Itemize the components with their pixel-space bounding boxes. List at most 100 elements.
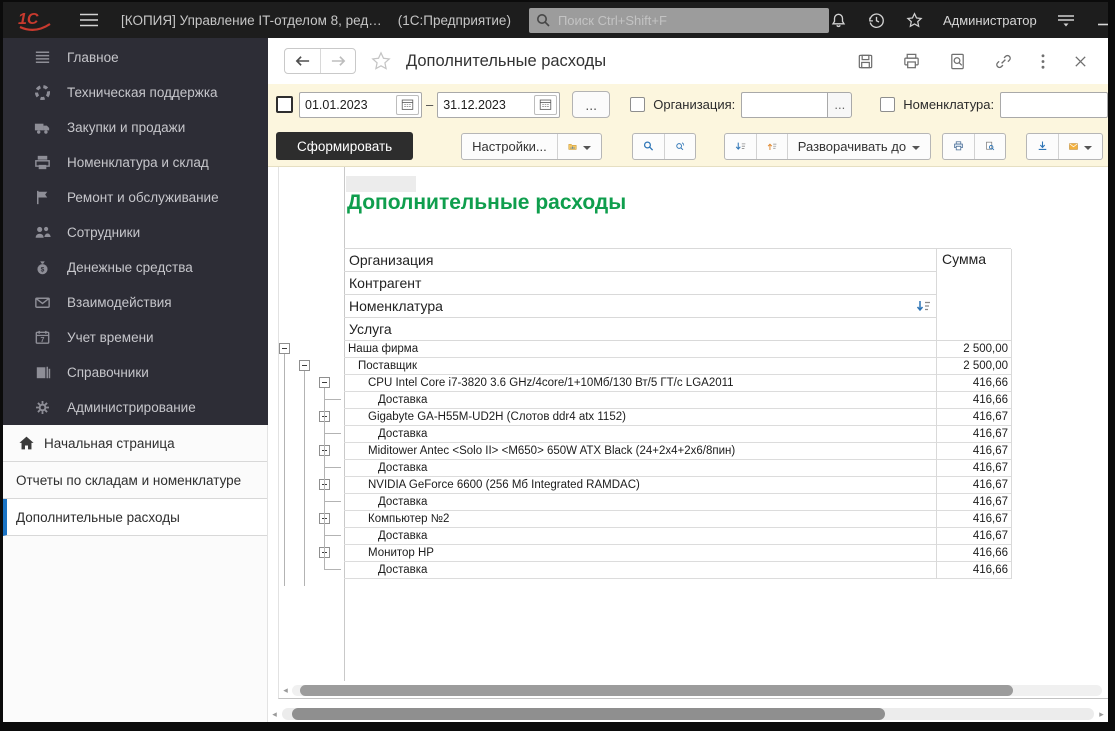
- dropdown-caret-icon: [912, 146, 920, 154]
- more-actions-icon[interactable]: [1040, 52, 1046, 71]
- group-header-cell[interactable]: Услуга: [344, 318, 936, 341]
- date-to-input[interactable]: [438, 98, 534, 112]
- nav-tab[interactable]: Начальная страница: [3, 425, 267, 462]
- report-row[interactable]: Доставка416,67: [344, 528, 1011, 545]
- scrollbar-thumb[interactable]: [300, 685, 1013, 696]
- find-icon[interactable]: [948, 52, 967, 71]
- send-mail-icon[interactable]: [1058, 134, 1102, 159]
- back-button[interactable]: [285, 49, 320, 73]
- find-next-icon[interactable]: [664, 134, 695, 159]
- history-icon[interactable]: [867, 11, 886, 30]
- current-user[interactable]: Администратор: [943, 13, 1037, 28]
- sidebar-item[interactable]: Взаимодействия: [3, 285, 268, 320]
- scrollbar-thumb[interactable]: [292, 708, 885, 720]
- sidebar: ГлавноеТехническая поддержкаЗакупки и пр…: [3, 38, 268, 722]
- period-more-button[interactable]: ...: [572, 91, 610, 118]
- nav-tab[interactable]: Отчеты по складам и номенклатуре: [3, 462, 267, 499]
- report-row[interactable]: Miditower Antec <Solo II> <M650> 650W AT…: [344, 443, 1011, 460]
- nav-tab-label: Начальная страница: [44, 436, 175, 451]
- favorite-star-icon[interactable]: [369, 50, 393, 73]
- tree-collapse-box[interactable]: [279, 343, 290, 354]
- report-rows: Наша фирма2 500,00Поставщик2 500,00CPU I…: [344, 341, 1011, 579]
- calendar-icon: 7: [32, 328, 52, 348]
- report-row[interactable]: CPU Intel Core i7-3820 3.6 GHz/4core/1+1…: [344, 375, 1011, 392]
- sidebar-item[interactable]: Ремонт и обслуживание: [3, 180, 268, 215]
- generate-button[interactable]: Сформировать: [276, 132, 413, 160]
- sidebar-item[interactable]: Техническая поддержка: [3, 75, 268, 110]
- nav-tab[interactable]: Дополнительные расходы: [3, 499, 267, 536]
- report-row[interactable]: Компьютер №2416,67: [344, 511, 1011, 528]
- sidebar-item[interactable]: Закупки и продажи: [3, 110, 268, 145]
- scrollbar-track[interactable]: [292, 685, 1102, 696]
- sort-descending-icon[interactable]: [916, 300, 931, 313]
- organization-input[interactable]: [741, 92, 827, 118]
- sidebar-filler: [3, 536, 268, 722]
- row-sum: 416,67: [938, 477, 1011, 493]
- minimize-icon[interactable]: [1095, 12, 1111, 28]
- calendar-icon[interactable]: [396, 95, 419, 115]
- organization-choose-button[interactable]: ...: [827, 92, 852, 118]
- print-icon[interactable]: [902, 52, 921, 71]
- scroll-right-arrow-icon[interactable]: ▸: [1097, 707, 1106, 721]
- organization-label: Организация:: [653, 97, 735, 112]
- main-menu-icon[interactable]: [79, 12, 99, 28]
- expand-groups-icon[interactable]: [756, 134, 787, 159]
- report-row[interactable]: Доставка416,67: [344, 426, 1011, 443]
- report-row[interactable]: Доставка416,66: [344, 392, 1011, 409]
- group-header-cell[interactable]: Контрагент: [344, 272, 936, 295]
- report-row[interactable]: Доставка416,67: [344, 460, 1011, 477]
- sidebar-item-label: Справочники: [67, 365, 149, 380]
- date-from-input[interactable]: [300, 98, 396, 112]
- find-in-report-icon[interactable]: [633, 134, 664, 159]
- print-report-icon[interactable]: [943, 134, 974, 159]
- print-preview-icon[interactable]: [974, 134, 1005, 159]
- nomenclature-input[interactable]: [1000, 92, 1108, 118]
- group-header-cell[interactable]: Организация: [344, 249, 936, 272]
- scrollbar-track[interactable]: [282, 708, 1094, 720]
- nomenclature-checkbox[interactable]: [880, 97, 895, 112]
- global-search[interactable]: [529, 8, 829, 33]
- report-row[interactable]: Доставка416,67: [344, 494, 1011, 511]
- tree-collapse-box[interactable]: [299, 360, 310, 371]
- link-icon[interactable]: [994, 52, 1013, 71]
- favorites-star-icon[interactable]: [905, 11, 924, 30]
- close-tab-icon[interactable]: [1073, 54, 1088, 69]
- sidebar-item[interactable]: Сотрудники: [3, 215, 268, 250]
- sidebar-item[interactable]: Справочники: [3, 355, 268, 390]
- sidebar-item[interactable]: 7Учет времени: [3, 320, 268, 355]
- service-menu-icon[interactable]: [1056, 11, 1076, 29]
- forward-button[interactable]: [320, 49, 355, 73]
- settings-button[interactable]: Настройки...: [462, 134, 557, 159]
- search-input[interactable]: [556, 12, 822, 29]
- window-horizontal-scrollbar[interactable]: ◂ ▸: [270, 707, 1106, 721]
- filter-bar: – ... Организация: ... Номенклатура:: [268, 84, 1108, 125]
- notifications-bell-icon[interactable]: [829, 11, 848, 30]
- sidebar-item[interactable]: $Денежные средства: [3, 250, 268, 285]
- scroll-left-arrow-icon[interactable]: ◂: [270, 707, 279, 721]
- report-spreadsheet[interactable]: Дополнительные расходы ОрганизацияКонтра…: [278, 167, 1108, 699]
- organization-checkbox[interactable]: [630, 97, 645, 112]
- report-row[interactable]: Монитор HP416,66: [344, 545, 1011, 562]
- report-row[interactable]: Наша фирма2 500,00: [344, 341, 1011, 358]
- report-row[interactable]: Поставщик2 500,00: [344, 358, 1011, 375]
- collapse-groups-icon[interactable]: [725, 134, 756, 159]
- sum-column-header[interactable]: Сумма: [936, 249, 1011, 341]
- sidebar-item[interactable]: Номенклатура и склад: [3, 145, 268, 180]
- report-row[interactable]: Gigabyte GA-H55M-UD2H (Слотов ddr4 atx 1…: [344, 409, 1011, 426]
- save-icon[interactable]: [856, 52, 875, 71]
- report-variants-button[interactable]: [557, 134, 601, 159]
- report-row[interactable]: NVIDIA GeForce 6600 (256 Мб Integrated R…: [344, 477, 1011, 494]
- group-header-cell[interactable]: Номенклатура: [344, 295, 936, 318]
- sidebar-item[interactable]: Администрирование: [3, 390, 268, 425]
- save-file-icon[interactable]: [1027, 134, 1058, 159]
- period-checkbox[interactable]: [276, 96, 293, 113]
- sidebar-item[interactable]: Главное: [3, 40, 268, 75]
- selected-cell[interactable]: [346, 176, 416, 192]
- expand-to-button[interactable]: Разворачивать до: [787, 134, 930, 159]
- scroll-left-arrow-icon[interactable]: ◂: [281, 683, 290, 697]
- tree-collapse-box[interactable]: [319, 377, 330, 388]
- calendar-icon[interactable]: [534, 95, 557, 115]
- report-row[interactable]: Доставка416,66: [344, 562, 1011, 579]
- search-icon: [536, 13, 550, 27]
- report-horizontal-scrollbar[interactable]: ◂: [281, 683, 1102, 697]
